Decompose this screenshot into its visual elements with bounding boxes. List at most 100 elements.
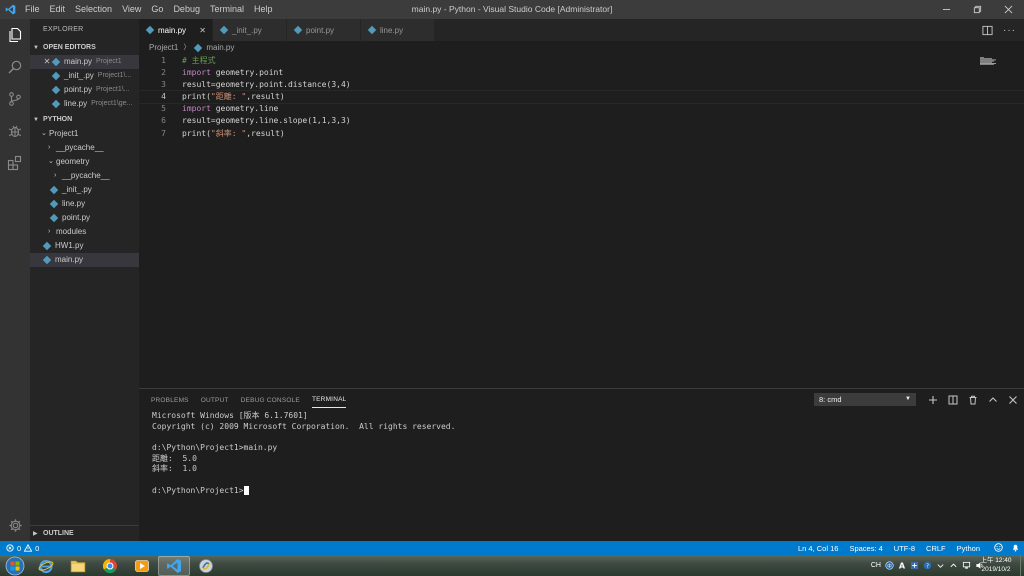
python-file-icon [49,185,59,195]
taskbar-chrome[interactable] [94,556,126,576]
menu-selection[interactable]: Selection [70,0,117,19]
tab-problems[interactable]: PROBLEMS [151,393,189,408]
menu-file[interactable]: File [20,0,45,19]
taskbar-ie[interactable] [30,556,62,576]
python-file-icon [42,241,52,251]
source-control-button[interactable] [0,83,30,115]
problems-status[interactable]: 0 0 [0,544,39,553]
network-icon[interactable] [962,561,971,570]
maximize-panel-icon[interactable] [988,395,998,405]
python-file-icon [49,199,59,209]
menu-debug[interactable]: Debug [168,0,205,19]
breadcrumb-folder[interactable]: Project1 [149,41,178,55]
taskbar-vscode[interactable] [158,555,190,576]
input-method-icon[interactable]: 中 [885,561,894,570]
close-icon [1004,5,1013,14]
restore-button[interactable] [962,0,993,19]
tab-point-py[interactable]: point.py [287,19,361,41]
explorer-button[interactable] [0,19,30,51]
close-icon[interactable]: ✕ [199,26,206,35]
tab-init-py[interactable]: _init_.py [213,19,287,41]
tree-file-main[interactable]: main.py [30,253,139,267]
tab-output[interactable]: OUTPUT [201,393,229,408]
manage-button[interactable] [0,509,30,541]
open-editor-line[interactable]: line.py Project1\ge... [30,97,139,111]
start-button[interactable] [0,555,30,576]
open-editor-main[interactable]: ✕ main.py Project1 [30,55,139,69]
close-icon[interactable]: ✕ [42,55,52,69]
font-a-icon[interactable]: A [898,561,906,570]
tree-folder-modules[interactable]: › modules [30,225,139,239]
tree-file-hw1[interactable]: HW1.py [30,239,139,253]
help-icon[interactable]: ? [923,561,932,570]
workspace-header[interactable]: ▼ PYTHON [30,113,139,127]
tab-line-py[interactable]: line.py [361,19,435,41]
tree-file-line[interactable]: line.py [30,197,139,211]
error-icon [6,544,14,552]
taskbar-media[interactable] [126,556,158,576]
split-terminal-icon[interactable] [948,395,958,405]
debug-button[interactable] [0,115,30,147]
trash-icon[interactable] [968,395,978,405]
language-mode[interactable]: Python [957,544,980,553]
tree-folder-project1[interactable]: ⌄ Project1 [30,127,139,141]
menu-edit[interactable]: Edit [45,0,71,19]
tree-file-point[interactable]: point.py [30,211,139,225]
show-hidden-icons-icon[interactable] [949,561,958,570]
terminal-select[interactable]: 8: cmd ▼ [814,393,916,406]
breadcrumb-file[interactable]: main.py [206,41,234,55]
menu-view[interactable]: View [117,0,146,19]
python-file-icon [145,25,155,35]
indentation[interactable]: Spaces: 4 [849,544,882,553]
code-line: 3 result=geometry.point.distance(3,4) [161,80,351,90]
terminal-prompt: d:\Python\Project1> [152,485,1024,497]
close-panel-icon[interactable] [1008,395,1018,405]
minimize-button[interactable] [931,0,962,19]
end-of-line[interactable]: CRLF [926,544,946,553]
cursor-position[interactable]: Ln 4, Col 16 [798,544,838,553]
search-button[interactable] [0,51,30,83]
chevron-right-icon: 〉 [183,44,191,51]
menu-bar: File Edit Selection View Go Debug Termin… [20,0,278,19]
open-editor-init[interactable]: _init_.py Project1\... [30,69,139,83]
menu-terminal[interactable]: Terminal [205,0,249,19]
python-file-icon [219,25,229,35]
terminal-output[interactable]: Microsoft Windows [版本 6.1.7601] Copyrigh… [139,411,1024,497]
tree-folder-geometry-pycache[interactable]: › __pycache__ [30,169,139,183]
encoding[interactable]: UTF-8 [894,544,915,553]
tree-folder-pycache[interactable]: › __pycache__ [30,141,139,155]
tab-main-py[interactable]: main.py ✕ [139,19,213,41]
code-line: 1 # 主程式 [161,56,216,65]
chevron-right-icon: › [48,144,51,151]
tab-terminal[interactable]: TERMINAL [311,392,347,408]
close-window-button[interactable] [993,0,1024,19]
tree-folder-geometry[interactable]: ⌄ geometry [30,155,139,169]
code-editor[interactable]: 1 # 主程式 2 import geometry.point 3 result… [138,55,1024,385]
taskbar-idle[interactable] [190,556,222,576]
breadcrumb: Project1 〉 main.py [139,41,234,55]
code-line: 5 import geometry.line [161,104,279,114]
smiley-icon[interactable] [994,542,1003,554]
bottom-panel: PROBLEMS OUTPUT DEBUG CONSOLE TERMINAL 8… [139,388,1024,541]
menu-help[interactable]: Help [249,0,278,19]
python-file-icon [51,71,61,81]
menu-go[interactable]: Go [146,0,168,19]
tree-file-init[interactable]: _init_.py [30,183,139,197]
split-editor-icon[interactable] [982,25,993,36]
ime-settings-icon[interactable] [910,561,919,570]
extensions-button[interactable] [0,147,30,179]
tab-debug-console[interactable]: DEBUG CONSOLE [241,393,300,408]
input-language[interactable]: CH [871,562,881,569]
open-editor-point[interactable]: point.py Project1\... [30,83,139,97]
chevron-down-icon[interactable] [936,561,945,570]
outline-header[interactable]: ▶ OUTLINE [30,525,139,541]
open-editors-header[interactable]: ▼ OPEN EDITORS [30,41,139,55]
extensions-icon [7,155,22,171]
more-icon[interactable]: ··· [1003,25,1016,36]
show-desktop-button[interactable] [1020,555,1024,576]
minimap[interactable] [980,57,998,65]
clock[interactable]: 上午 12:40 2019/10/2 [972,556,1020,574]
add-terminal-icon[interactable] [928,395,938,405]
bell-icon[interactable] [1011,543,1020,554]
taskbar-explorer[interactable] [62,556,94,576]
